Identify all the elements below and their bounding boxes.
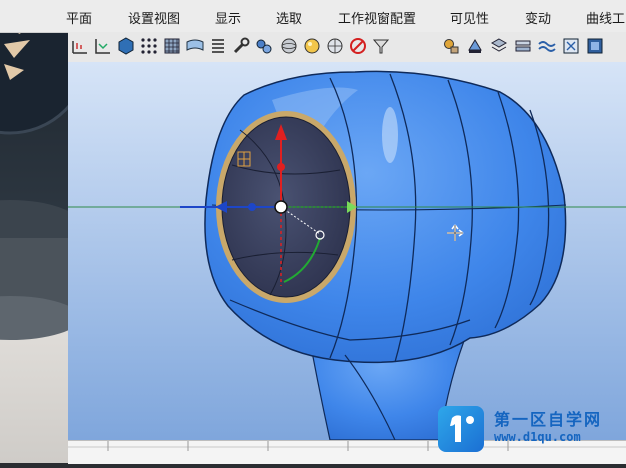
watermark-title: 第一区自学网 <box>494 410 603 429</box>
gears-icon[interactable] <box>253 35 275 57</box>
shaded-box-icon[interactable] <box>115 35 137 57</box>
select-box-icon[interactable] <box>560 35 582 57</box>
menu-set-view[interactable]: 设置视图 <box>128 8 180 27</box>
no-sphere-icon[interactable] <box>347 35 369 57</box>
sphere-icon[interactable] <box>278 35 300 57</box>
wrench-icon[interactable] <box>230 35 252 57</box>
stack-icon[interactable] <box>512 35 534 57</box>
menu-transform[interactable]: 变动 <box>525 8 551 27</box>
sphere-outline-icon[interactable] <box>324 35 346 57</box>
viewport-3d[interactable] <box>68 62 626 440</box>
paint-bucket-icon[interactable] <box>464 35 486 57</box>
menubar: 平面 设置视图 显示 选取 工作视窗配置 可见性 变动 曲线工 <box>0 0 626 33</box>
menu-display[interactable]: 显示 <box>215 8 241 27</box>
move-cursor-icon <box>444 224 466 246</box>
point-grid-icon[interactable] <box>138 35 160 57</box>
mesh-grid-icon[interactable] <box>161 35 183 57</box>
hand-gear-icon[interactable] <box>440 35 462 57</box>
menu-viewport-layout[interactable]: 工作视窗配置 <box>338 8 416 27</box>
funnel-icon[interactable] <box>370 35 392 57</box>
product-photo <box>0 0 68 463</box>
left-panel <box>0 0 68 463</box>
grid-plane-icon[interactable] <box>69 35 91 57</box>
layers-icon[interactable] <box>488 35 510 57</box>
toolbar <box>68 32 626 63</box>
menu-visibility[interactable]: 可见性 <box>450 8 489 27</box>
menu-select[interactable]: 选取 <box>276 8 302 27</box>
axis-grid-icon[interactable] <box>92 35 114 57</box>
shaded-sphere-icon[interactable] <box>301 35 323 57</box>
menu-curve-tools[interactable]: 曲线工 <box>586 8 625 27</box>
menu-plane[interactable]: 平面 <box>66 8 92 27</box>
model-scene[interactable] <box>68 62 626 440</box>
wave-icon[interactable] <box>536 35 558 57</box>
shade-box-icon[interactable] <box>584 35 606 57</box>
watermark-url: www.d1qu.com <box>494 430 581 444</box>
watermark: 第一区自学网 www.d1qu.com <box>436 404 626 456</box>
watermark-logo-icon <box>438 406 484 452</box>
ribbon-icon[interactable] <box>184 35 206 57</box>
list-icon[interactable] <box>207 35 229 57</box>
